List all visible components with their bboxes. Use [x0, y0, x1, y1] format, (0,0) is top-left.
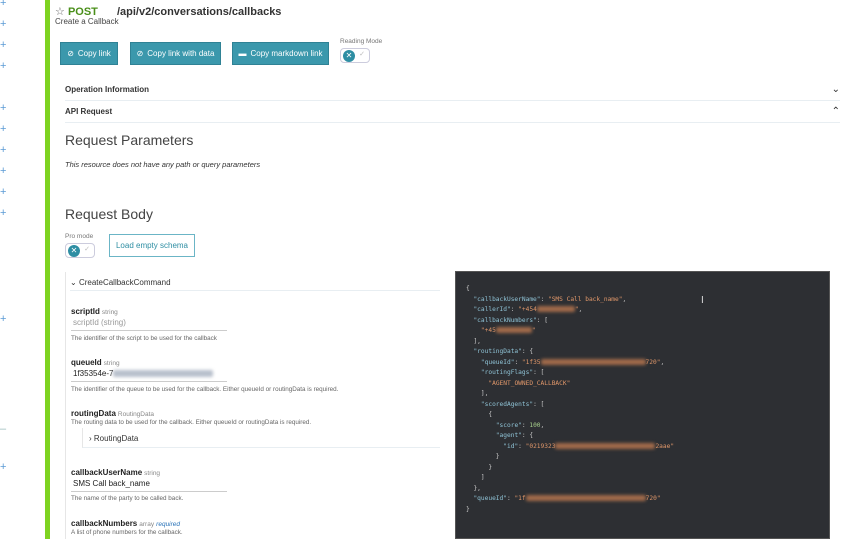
redacted-text — [555, 442, 656, 449]
schema-name: CreateCallbackCommand — [78, 278, 171, 287]
child-schema-name: RoutingData — [93, 434, 139, 443]
collapse-icon[interactable]: – — [0, 424, 6, 435]
reading-mode-label: Reading Mode — [340, 38, 383, 45]
json-value: 100 — [529, 421, 541, 429]
json-value: SMS Call back_name — [551, 295, 619, 303]
redacted-text — [113, 370, 214, 378]
copy-markdown-link-button[interactable]: ▬ Copy markdown link — [232, 42, 329, 65]
schema-toggle[interactable]: ⌄ CreateCallbackCommand — [70, 278, 440, 291]
field-name: scriptId — [71, 307, 100, 316]
field-name: routingData — [71, 409, 116, 418]
routingdata-toggle[interactable]: › RoutingData — [82, 428, 440, 448]
expand-icon[interactable]: + — [0, 462, 6, 473]
copy-link-button[interactable]: ⊘ Copy link — [60, 42, 118, 65]
field-description: The name of the party to be called back. — [71, 495, 184, 502]
expand-icon[interactable]: + — [0, 61, 6, 72]
field-name: queueId — [71, 358, 102, 367]
copy-link-label: Copy link — [77, 49, 111, 58]
field-name: callbackNumbers — [71, 519, 138, 528]
expand-icon[interactable]: + — [0, 166, 6, 177]
field-type: string — [144, 470, 161, 477]
link-icon: ⊘ — [136, 49, 144, 58]
operation-summary: Create a Callback — [55, 17, 119, 26]
check-icon: ✓ — [359, 51, 365, 58]
section-title: Operation Information — [65, 85, 149, 94]
json-value: 720 — [645, 358, 657, 366]
chevron-down-icon: ⌄ — [70, 278, 79, 287]
expand-icon[interactable]: + — [0, 124, 6, 135]
field-header: routingData RoutingData — [71, 409, 154, 418]
queueid-input[interactable]: 1f35354e-7 — [71, 369, 227, 382]
required-badge: required — [156, 521, 181, 528]
x-icon: ✕ — [68, 245, 80, 257]
section-operation-information[interactable]: Operation Information ⌄ — [65, 79, 840, 101]
load-empty-schema-button[interactable]: Load empty schema — [109, 234, 195, 257]
schema-tree: ⌄ CreateCallbackCommand scriptId string s… — [65, 272, 442, 539]
endpoint-path: /api/v2/conversations/callbacks — [116, 6, 282, 18]
json-value: 0219323 — [529, 442, 556, 450]
no-parameters-note: This resource does not have any path or … — [65, 160, 261, 169]
redacted-text — [525, 495, 646, 501]
expand-icon[interactable]: + — [0, 208, 6, 219]
json-value: +454 — [521, 306, 537, 313]
copy-markdown-label: Copy markdown link — [250, 49, 323, 58]
field-type: string — [103, 360, 120, 367]
field-description: The routing data to be used for the call… — [71, 419, 312, 426]
link-icon: ⊘ — [67, 49, 74, 58]
field-header: queueId string — [71, 358, 120, 367]
field-header: callbackNumbers array required — [71, 519, 180, 528]
expand-icon[interactable]: + — [0, 0, 6, 9]
expand-icon[interactable]: + — [0, 145, 6, 156]
json-value: 2aae — [655, 442, 671, 450]
expand-icon[interactable]: + — [0, 19, 6, 30]
copy-link-with-data-button[interactable]: ⊘ Copy link with data — [130, 42, 221, 65]
field-description: The identifier of the queue to be used f… — [71, 386, 339, 393]
chevron-down-icon: ⌄ — [831, 84, 840, 95]
callbackusername-input[interactable]: SMS Call back_name — [71, 479, 227, 492]
copy-link-data-label: Copy link with data — [147, 49, 215, 58]
json-value: 1f35 — [525, 358, 541, 366]
json-value: 720 — [645, 495, 657, 502]
field-header: callbackUserName string — [71, 468, 160, 477]
json-value: AGENT_OWNED_CALLBACK — [492, 379, 567, 387]
expand-icon[interactable]: + — [0, 40, 6, 51]
json-value: 1f — [518, 495, 526, 502]
json-value: +45 — [484, 327, 496, 334]
queueid-value: 1f35354e-7 — [73, 369, 114, 378]
field-description: The identifier of the script to be used … — [71, 335, 217, 342]
scriptid-input[interactable]: scriptId (string) — [71, 318, 227, 331]
field-description: A list of phone numbers for the callback… — [71, 529, 183, 536]
expand-icon[interactable]: + — [0, 103, 6, 114]
section-api-request[interactable]: API Request ⌃ — [65, 101, 840, 123]
request-body-json-editor[interactable]: { "callbackUserName": "SMS Call back_nam… — [455, 271, 830, 539]
section-title: API Request — [65, 107, 113, 116]
pro-mode-label: Pro mode — [65, 233, 94, 240]
redacted-text — [495, 327, 532, 333]
redacted-text — [540, 358, 646, 365]
field-header: scriptId string — [71, 307, 118, 316]
check-icon: ✓ — [84, 246, 90, 253]
active-indicator-bar — [45, 0, 50, 539]
request-body-heading: Request Body — [65, 206, 153, 222]
expand-icon[interactable]: + — [0, 187, 6, 198]
text-cursor-icon: I — [701, 295, 704, 306]
pro-mode-toggle[interactable]: ✕ ✓ — [65, 243, 95, 258]
markdown-icon: ▬ — [238, 49, 247, 58]
request-parameters-heading: Request Parameters — [65, 132, 194, 148]
x-icon: ✕ — [343, 50, 355, 62]
field-type: RoutingData — [117, 411, 155, 418]
reading-mode-toggle[interactable]: ✕ ✓ — [340, 48, 370, 63]
field-type: array — [139, 521, 155, 528]
field-type: string — [101, 309, 118, 316]
redacted-text — [536, 306, 575, 312]
expand-icon[interactable]: + — [0, 314, 6, 325]
field-name: callbackUserName — [71, 468, 143, 477]
chevron-up-icon: ⌃ — [831, 106, 840, 117]
